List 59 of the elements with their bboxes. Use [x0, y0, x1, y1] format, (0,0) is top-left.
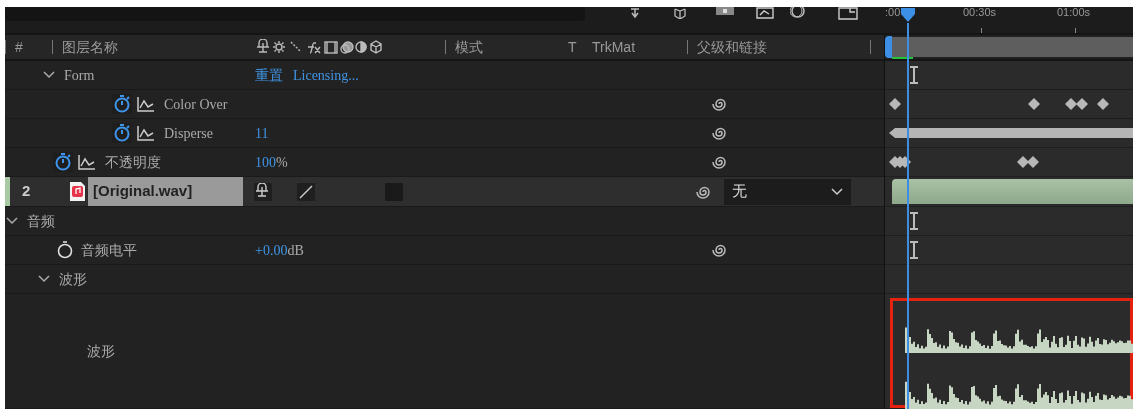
- property-label: 不透明度: [105, 152, 161, 172]
- shy-switch-icon[interactable]: [254, 182, 272, 201]
- playhead-handle[interactable]: [901, 8, 915, 22]
- search-field[interactable]: [5, 7, 585, 21]
- column-header[interactable]: TrkMat: [592, 36, 636, 58]
- stopwatch-icon[interactable]: [53, 152, 73, 172]
- property-value[interactable]: 11: [255, 122, 269, 144]
- pick-whip-icon[interactable]: [711, 154, 727, 170]
- property-value[interactable]: +0.00dB: [255, 239, 304, 261]
- stopwatch-icon[interactable]: [112, 94, 132, 114]
- effect-link[interactable]: 重置: [255, 64, 283, 86]
- keyframe-icon[interactable]: [1097, 98, 1109, 110]
- stopwatch-icon[interactable]: [55, 240, 75, 260]
- motion-blur-icon[interactable]: [790, 7, 806, 19]
- layer-name[interactable]: [Original.wav]: [88, 177, 243, 206]
- graph-editor-icon[interactable]: [756, 7, 774, 19]
- layer-switches-icon: [255, 39, 383, 55]
- pick-whip-icon[interactable]: [711, 125, 727, 141]
- keyframe-icon[interactable]: [1017, 156, 1029, 168]
- cache-indicator: [892, 57, 913, 59]
- time-label: :00: [885, 7, 901, 18]
- stopwatch-icon[interactable]: [112, 123, 132, 143]
- keyframe-icon[interactable]: [889, 98, 901, 110]
- comment-icon[interactable]: [838, 7, 858, 21]
- parent-dropdown[interactable]: 无: [724, 178, 851, 205]
- pick-whip-icon[interactable]: [711, 96, 727, 112]
- frame-icon[interactable]: [715, 7, 735, 17]
- in-point-icon[interactable]: [909, 212, 919, 230]
- keyframe-icon[interactable]: [1076, 98, 1088, 110]
- property-value[interactable]: 100%: [255, 151, 288, 173]
- graph-icon[interactable]: [136, 124, 156, 142]
- group-label[interactable]: 音频: [27, 210, 55, 232]
- graph-icon[interactable]: [136, 95, 156, 113]
- property-label: 音频电平: [81, 240, 137, 260]
- property-label: 波形: [87, 341, 115, 361]
- work-area-start-handle[interactable]: [885, 36, 892, 58]
- keyframe-icon[interactable]: [1027, 156, 1039, 168]
- column-header[interactable]: 父级和链接: [697, 36, 767, 58]
- layer-number: 2: [22, 181, 31, 202]
- caret-icon: [831, 187, 843, 196]
- audio-file-icon: [68, 181, 86, 202]
- effect-link[interactable]: Licensing...: [293, 64, 359, 86]
- in-point-icon[interactable]: [909, 66, 919, 84]
- time-label: 01:00s: [1057, 7, 1091, 18]
- column-header[interactable]: #: [15, 36, 23, 58]
- group-label[interactable]: Form: [64, 64, 95, 86]
- column-header[interactable]: 图层名称: [62, 36, 118, 58]
- keyframe-icon[interactable]: [1028, 98, 1040, 110]
- pick-whip-icon[interactable]: [711, 242, 727, 258]
- column-header[interactable]: T: [568, 36, 577, 58]
- group-label[interactable]: 波形: [59, 268, 87, 290]
- keyframe-icon[interactable]: [1065, 98, 1077, 110]
- column-header[interactable]: 模式: [455, 36, 483, 58]
- property-label: Disperse: [164, 124, 213, 143]
- property-label: Color Over: [164, 95, 228, 114]
- time-label: 00:30s: [963, 7, 997, 18]
- in-point-icon[interactable]: [909, 241, 919, 259]
- graph-icon[interactable]: [77, 153, 97, 171]
- quality-switch-icon[interactable]: [297, 182, 315, 201]
